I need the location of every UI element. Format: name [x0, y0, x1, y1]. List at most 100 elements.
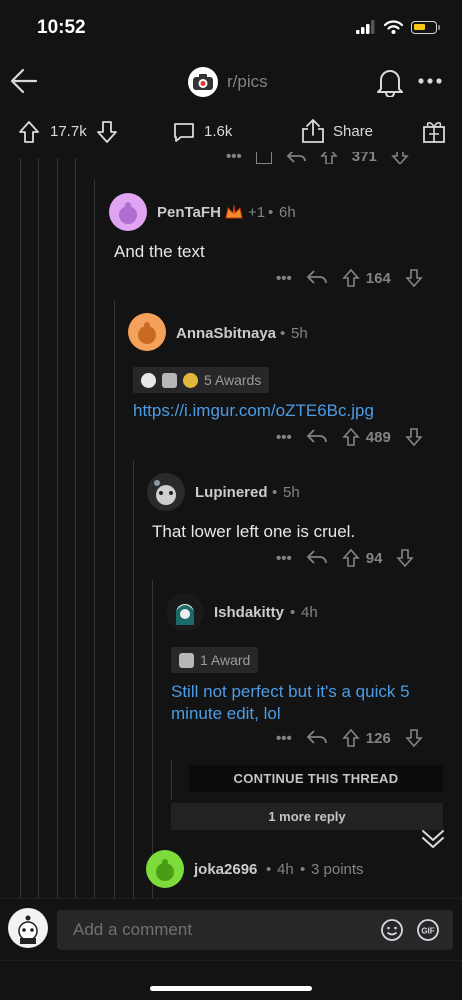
silver-award-icon [141, 372, 156, 388]
snoo-avatar-icon [18, 915, 38, 944]
bell-icon[interactable] [376, 67, 404, 97]
upvote-icon[interactable] [320, 152, 338, 164]
award-gift-icon[interactable] [422, 118, 446, 144]
awards-badge[interactable]: 1 Award [171, 647, 259, 673]
post-action-bar: 17.7k 1.6k Share [0, 112, 462, 152]
comment-actions: ••• 94 [276, 548, 415, 568]
comment-actions: ••• 489 [276, 427, 423, 447]
separator-dot: • [272, 484, 278, 501]
thread-line [38, 158, 39, 898]
more-options-icon[interactable]: ••• [276, 550, 292, 567]
battery-tip [438, 24, 440, 30]
comment-age: 5h [283, 484, 300, 501]
avatar[interactable] [109, 193, 147, 231]
comment-age: 6h [279, 204, 296, 221]
status-time: 10:52 [37, 17, 86, 38]
more-options-icon[interactable]: ••• [276, 429, 292, 446]
downvote-icon[interactable] [391, 152, 409, 164]
comment-score: 94 [365, 549, 383, 567]
more-options-icon[interactable]: ••• [276, 270, 292, 287]
home-indicator [150, 986, 312, 991]
avatar[interactable] [146, 850, 184, 888]
thread-line [94, 180, 95, 898]
comment-icon[interactable] [172, 120, 196, 144]
gif-icon[interactable]: GIF [416, 918, 440, 942]
subreddit-header[interactable]: r/pics [188, 67, 268, 97]
thread-line [133, 460, 134, 898]
avatar[interactable] [128, 313, 166, 351]
awards-count: 5 Awards [204, 372, 262, 388]
comment-link-continued[interactable]: minute edit, lol [171, 703, 281, 725]
comment-username[interactable]: AnnaSbitnaya [176, 325, 276, 342]
crown-award-icon [225, 204, 243, 219]
downvote-icon[interactable] [405, 268, 423, 288]
subreddit-avatar [188, 67, 218, 97]
downvote-icon[interactable] [396, 548, 415, 568]
separator-dot: • [290, 604, 296, 621]
snoo-avatar-icon [154, 480, 176, 505]
separator-dot: • [268, 204, 274, 221]
snoo-avatar-icon [156, 859, 174, 881]
separator-dot: • [266, 861, 272, 878]
wifi-icon [384, 20, 403, 34]
comment-age: 5h [291, 325, 308, 342]
cellular-signal-icon [356, 20, 375, 34]
comment-link[interactable]: Still not perfect but it's a quick 5 [171, 681, 410, 703]
thread-line [114, 300, 115, 898]
award-gift-icon[interactable] [255, 152, 272, 164]
awards-count: 1 Award [200, 652, 251, 668]
reply-icon[interactable] [306, 549, 328, 567]
upvote-icon[interactable] [342, 427, 360, 447]
awards-badge[interactable]: 5 Awards [133, 367, 270, 393]
avatar[interactable] [166, 593, 204, 631]
comment-input-placeholder: Add a comment [73, 920, 193, 939]
continue-thread-button[interactable]: CONTINUE THIS THREAD [189, 765, 443, 792]
comment-link[interactable]: https://i.imgur.com/oZTE6Bc.jpg [133, 400, 374, 422]
comment-body: That lower left one is cruel. [152, 522, 356, 541]
comment-score: 489 [365, 428, 391, 446]
post-comment-count[interactable]: 1.6k [204, 123, 232, 140]
upvote-icon[interactable] [342, 728, 360, 748]
hands-award-icon [162, 372, 177, 388]
thread-line [57, 158, 58, 898]
chevron-down-icon[interactable] [420, 828, 446, 850]
comment-age: 4h [301, 604, 318, 621]
back-arrow-icon[interactable] [10, 68, 38, 94]
comment-username[interactable]: joka2696 [194, 861, 257, 878]
reply-icon[interactable] [306, 269, 328, 287]
thread-line [171, 760, 172, 800]
snoo-avatar-icon [119, 202, 137, 224]
comment-age: 4h [277, 861, 294, 878]
post-score: 17.7k [50, 123, 87, 140]
upvote-icon[interactable] [342, 268, 360, 288]
reply-icon[interactable] [306, 428, 328, 446]
avatar[interactable] [147, 473, 185, 511]
comment-username[interactable]: PenTaFH [157, 204, 221, 221]
upvote-icon[interactable] [18, 120, 40, 144]
thread-line [75, 158, 76, 898]
more-options-icon[interactable] [418, 78, 442, 84]
separator-dot: • [280, 325, 286, 342]
downvote-icon[interactable] [405, 728, 423, 748]
more-replies-button[interactable]: 1 more reply [171, 803, 443, 830]
more-options-icon[interactable]: ••• [226, 152, 242, 164]
comment-flair: +1 [248, 204, 266, 221]
share-icon[interactable] [300, 118, 326, 144]
share-label[interactable]: Share [333, 123, 373, 140]
downvote-icon[interactable] [96, 120, 118, 144]
divider [0, 960, 462, 961]
comment-username[interactable]: Ishdakitty [214, 604, 284, 621]
subreddit-name: r/pics [227, 72, 268, 91]
comment-points: 3 points [311, 861, 364, 878]
partial-score: 371 [351, 152, 377, 164]
user-avatar[interactable] [8, 908, 48, 948]
comment-username[interactable]: Lupinered [195, 484, 268, 501]
reply-icon[interactable] [306, 729, 328, 747]
downvote-icon[interactable] [405, 427, 423, 447]
reply-icon[interactable] [286, 152, 306, 164]
separator-dot: • [300, 861, 306, 878]
upvote-icon[interactable] [342, 548, 360, 568]
snoo-avatar-icon [138, 322, 156, 344]
more-options-icon[interactable]: ••• [276, 730, 292, 747]
emoji-icon[interactable] [380, 918, 404, 942]
